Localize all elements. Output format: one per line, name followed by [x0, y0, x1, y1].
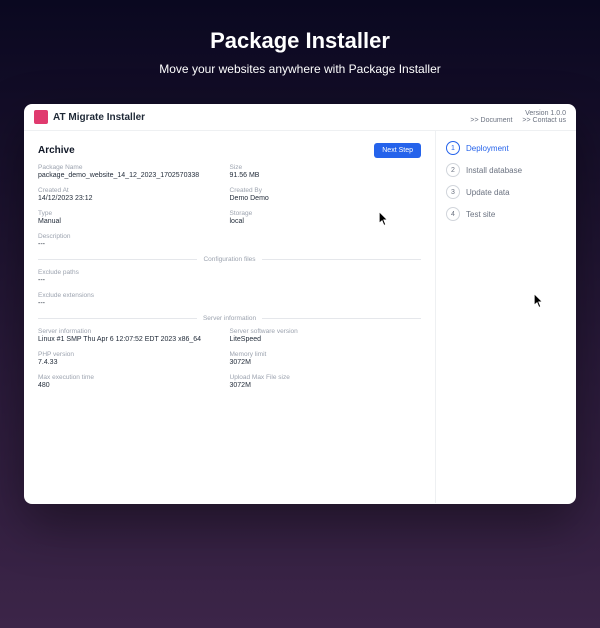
created-by-label: Created By — [230, 187, 422, 194]
step-install-database[interactable]: 2 Install database — [446, 163, 566, 177]
exec-value: 480 — [38, 382, 230, 389]
step-update-data[interactable]: 3 Update data — [446, 185, 566, 199]
server-software-label: Server software version — [230, 328, 422, 335]
description-value: --- — [38, 241, 421, 248]
php-value: 7.4.33 — [38, 359, 230, 366]
type-value: Manual — [38, 218, 230, 225]
package-name-label: Package Name — [38, 164, 230, 171]
contact-link[interactable]: >> Contact us — [522, 117, 566, 124]
exclude-paths-label: Exclude paths — [38, 269, 421, 276]
package-name-value: package_demo_website_14_12_2023_17025703… — [38, 172, 230, 179]
app-logo-icon — [34, 110, 48, 124]
step-number: 2 — [446, 163, 460, 177]
app-title: AT Migrate Installer — [53, 112, 462, 123]
steps-sidebar: 1 Deployment 2 Install database 3 Update… — [436, 131, 576, 503]
step-test-site[interactable]: 4 Test site — [446, 207, 566, 221]
exec-label: Max execution time — [38, 374, 230, 381]
version-label: Version 1.0.0 — [525, 110, 566, 117]
document-link[interactable]: >> Document — [470, 117, 512, 124]
hero-subtitle: Move your websites anywhere with Package… — [0, 62, 600, 76]
description-label: Description — [38, 233, 421, 240]
server-divider: Server information — [38, 315, 421, 322]
step-number: 4 — [446, 207, 460, 221]
config-divider: Configuration files — [38, 256, 421, 263]
memory-value: 3072M — [230, 359, 422, 366]
memory-label: Memory limit — [230, 351, 422, 358]
upload-label: Upload Max File size — [230, 374, 422, 381]
created-at-label: Created At — [38, 187, 230, 194]
step-label: Update data — [466, 188, 510, 197]
server-info-label: Server information — [38, 328, 230, 335]
step-label: Test site — [466, 210, 495, 219]
step-number: 1 — [446, 141, 460, 155]
created-at-value: 14/12/2023 23:12 — [38, 195, 230, 202]
size-label: Size — [230, 164, 422, 171]
archive-heading: Archive — [38, 145, 75, 156]
exclude-ext-label: Exclude extensions — [38, 292, 421, 299]
created-by-value: Demo Demo — [230, 195, 422, 202]
exclude-ext-value: --- — [38, 300, 421, 307]
step-label: Deployment — [466, 144, 509, 153]
server-software-value: LiteSpeed — [230, 336, 422, 343]
upload-value: 3072M — [230, 382, 422, 389]
next-step-button[interactable]: Next Step — [374, 143, 421, 158]
size-value: 91.56 MB — [230, 172, 422, 179]
step-label: Install database — [466, 166, 522, 175]
main-panel: Archive Next Step Package Name package_d… — [24, 131, 436, 503]
topbar: AT Migrate Installer Version 1.0.0 >> Do… — [24, 104, 576, 131]
installer-card: AT Migrate Installer Version 1.0.0 >> Do… — [24, 104, 576, 504]
storage-value: local — [230, 218, 422, 225]
php-label: PHP version — [38, 351, 230, 358]
step-number: 3 — [446, 185, 460, 199]
hero-title: Package Installer — [0, 28, 600, 54]
exclude-paths-value: --- — [38, 277, 421, 284]
step-deployment[interactable]: 1 Deployment — [446, 141, 566, 155]
storage-label: Storage — [230, 210, 422, 217]
type-label: Type — [38, 210, 230, 217]
server-info-value: Linux #1 SMP Thu Apr 6 12:07:52 EDT 2023… — [38, 336, 230, 343]
